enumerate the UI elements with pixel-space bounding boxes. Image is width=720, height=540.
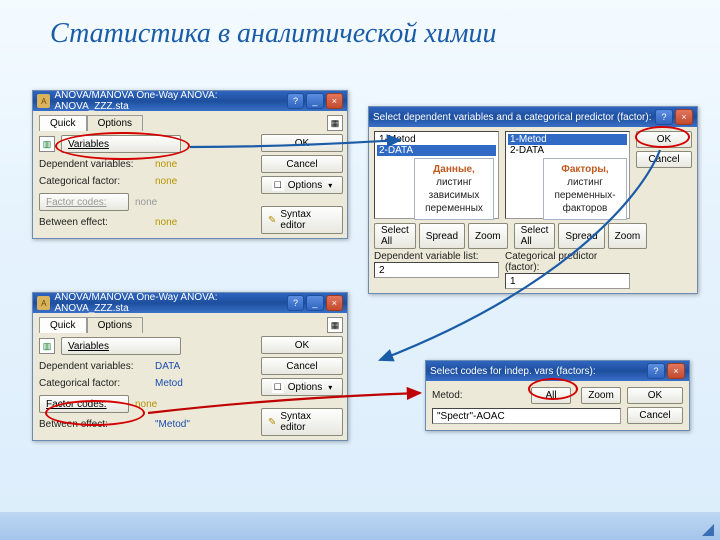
close-button[interactable]: × bbox=[326, 295, 343, 311]
dep-list-label: Dependent variable list: bbox=[374, 251, 499, 262]
cat-label: Categorical factor: bbox=[39, 378, 149, 389]
spread-button[interactable]: Spread bbox=[419, 223, 465, 249]
variables-icon: ▥ bbox=[39, 338, 55, 354]
cancel-button[interactable]: Cancel bbox=[627, 407, 683, 424]
select-codes-dialog: Select codes for indep. vars (factors): … bbox=[425, 360, 690, 431]
between-label: Between effect: bbox=[39, 419, 149, 430]
cat-value: none bbox=[155, 176, 177, 187]
syntax-editor-button[interactable]: ✎ Syntax editor bbox=[261, 206, 343, 234]
app-icon: A bbox=[37, 296, 50, 310]
options-button[interactable]: ☐ Options▾ bbox=[261, 176, 343, 194]
callout-factors: Факторы, листинг переменных- факторов bbox=[543, 158, 627, 220]
cancel-button[interactable]: Cancel bbox=[261, 357, 343, 375]
tab-options[interactable]: Options bbox=[87, 317, 143, 333]
anova-dialog-2: A ANOVA/MANOVA One-Way ANOVA: ANOVA_ZZZ.… bbox=[32, 292, 348, 441]
cancel-button[interactable]: Cancel bbox=[261, 155, 343, 173]
dep-list-input[interactable]: 2 bbox=[374, 262, 499, 278]
factor-codes-button[interactable]: Factor codes: bbox=[39, 395, 129, 413]
select-all-button[interactable]: Select All bbox=[374, 223, 416, 249]
cat-value: Metod bbox=[155, 378, 183, 389]
tab-quick[interactable]: Quick bbox=[39, 115, 87, 131]
slide-title: Статистика в аналитической химии bbox=[50, 18, 497, 50]
window-title: Select codes for indep. vars (factors): bbox=[430, 366, 596, 377]
options-icon: ☐ bbox=[272, 179, 284, 191]
list-item[interactable]: 1-Metod bbox=[377, 134, 496, 145]
summary-icon[interactable]: ▦ bbox=[327, 317, 343, 333]
help-button[interactable]: ? bbox=[655, 109, 673, 125]
cat-label: Categorical factor: bbox=[39, 176, 149, 187]
bottom-band bbox=[0, 512, 720, 540]
select-all-button-2[interactable]: Select All bbox=[514, 223, 556, 249]
between-value: "Metod" bbox=[155, 419, 190, 430]
syntax-editor-button[interactable]: ✎ Syntax editor bbox=[261, 408, 343, 436]
variables-icon: ▥ bbox=[39, 136, 55, 152]
zoom-button[interactable]: Zoom bbox=[581, 387, 621, 404]
app-icon: A bbox=[37, 94, 50, 108]
dep-label: Dependent variables: bbox=[39, 159, 149, 170]
codes-value: none bbox=[135, 399, 157, 410]
zoom-button[interactable]: Zoom bbox=[468, 223, 508, 249]
all-button[interactable]: All bbox=[531, 387, 571, 404]
window-title: Select dependent variables and a categor… bbox=[373, 112, 652, 123]
corner-decoration bbox=[702, 524, 714, 536]
anova-dialog-1: A ANOVA/MANOVA One-Way ANOVA: ANOVA_ZZZ.… bbox=[32, 90, 348, 239]
cat-pred-label: Categorical predictor (factor): bbox=[505, 251, 630, 273]
syntax-icon: ✎ bbox=[268, 215, 276, 226]
summary-icon[interactable]: ▦ bbox=[327, 115, 343, 131]
dep-label: Dependent variables: bbox=[39, 361, 149, 372]
titlebar: Select codes for indep. vars (factors): … bbox=[426, 361, 689, 381]
options-button[interactable]: ☐ Options▾ bbox=[261, 378, 343, 396]
minimize-button[interactable]: _ bbox=[306, 93, 323, 109]
factor-codes-button: Factor codes: bbox=[39, 193, 129, 211]
titlebar: A ANOVA/MANOVA One-Way ANOVA: ANOVA_ZZZ.… bbox=[33, 293, 347, 313]
callout-data: Данные, листинг зависимых переменных bbox=[414, 158, 494, 220]
variables-button[interactable]: Variables bbox=[61, 337, 181, 355]
codes-input[interactable]: "Spectr"-AOAC bbox=[432, 408, 621, 424]
ok-button[interactable]: OK bbox=[261, 336, 343, 354]
options-icon: ☐ bbox=[272, 381, 284, 393]
close-button[interactable]: × bbox=[675, 109, 693, 125]
help-button[interactable]: ? bbox=[287, 295, 304, 311]
close-button[interactable]: × bbox=[326, 93, 343, 109]
list-item[interactable]: 1-Metod bbox=[508, 134, 627, 145]
titlebar: A ANOVA/MANOVA One-Way ANOVA: ANOVA_ZZZ.… bbox=[33, 91, 347, 111]
tab-quick[interactable]: Quick bbox=[39, 317, 87, 333]
help-button[interactable]: ? bbox=[647, 363, 665, 379]
syntax-icon: ✎ bbox=[268, 417, 276, 428]
zoom-button-2[interactable]: Zoom bbox=[608, 223, 648, 249]
list-item[interactable]: 2-DATA bbox=[377, 145, 496, 156]
ok-button[interactable]: OK bbox=[636, 131, 692, 148]
metod-label: Metod: bbox=[432, 390, 463, 401]
help-button[interactable]: ? bbox=[287, 93, 304, 109]
dep-value: none bbox=[155, 159, 177, 170]
between-label: Between effect: bbox=[39, 217, 149, 228]
ok-button[interactable]: OK bbox=[627, 387, 683, 404]
window-title: ANOVA/MANOVA One-Way ANOVA: ANOVA_ZZZ.st… bbox=[54, 292, 284, 314]
between-value: none bbox=[155, 217, 177, 228]
close-button[interactable]: × bbox=[667, 363, 685, 379]
cancel-button[interactable]: Cancel bbox=[636, 151, 692, 168]
minimize-button[interactable]: _ bbox=[306, 295, 323, 311]
list-item[interactable]: 2-DATA bbox=[508, 145, 627, 156]
window-title: ANOVA/MANOVA One-Way ANOVA: ANOVA_ZZZ.st… bbox=[54, 90, 284, 112]
codes-value: none bbox=[135, 197, 157, 208]
variables-button[interactable]: Variables bbox=[61, 135, 181, 153]
dep-value: DATA bbox=[155, 361, 180, 372]
spread-button-2[interactable]: Spread bbox=[558, 223, 604, 249]
titlebar: Select dependent variables and a categor… bbox=[369, 107, 697, 127]
ok-button[interactable]: OK bbox=[261, 134, 343, 152]
cat-pred-input[interactable]: 1 bbox=[505, 273, 630, 289]
tab-options[interactable]: Options bbox=[87, 115, 143, 131]
